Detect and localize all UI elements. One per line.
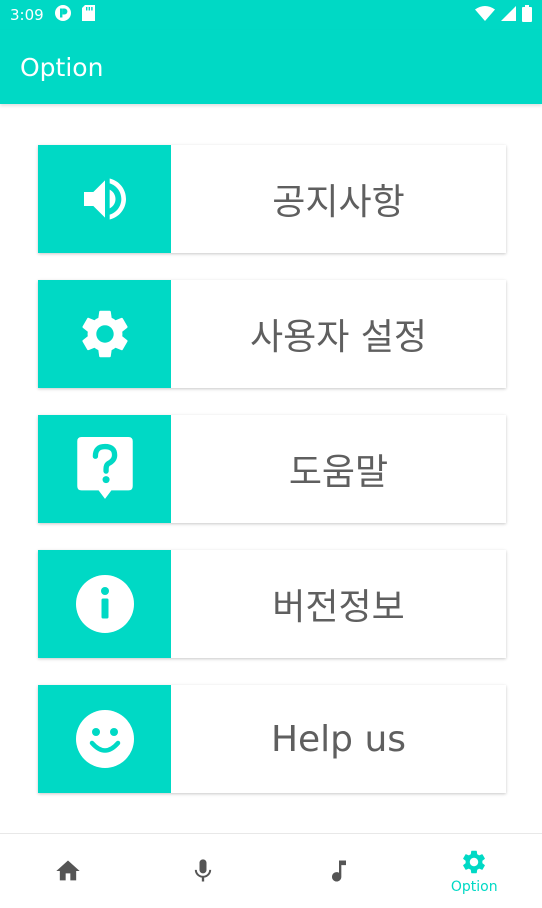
help-icon xyxy=(76,437,133,499)
menu-item-label: 사용자 설정 xyxy=(249,317,428,358)
menu-icon-box xyxy=(38,550,171,658)
menu-item-help-us[interactable]: Help us xyxy=(38,685,506,793)
nav-item-music[interactable] xyxy=(271,834,407,908)
music-note-icon xyxy=(331,860,346,882)
status-time: 3:09 xyxy=(10,6,44,24)
sd-card-icon xyxy=(81,5,95,25)
nav-item-mic[interactable] xyxy=(136,834,272,908)
menu-item-user-settings[interactable]: 사용자 설정 xyxy=(38,280,506,388)
app-bar: Option xyxy=(0,30,542,104)
notification-app-icon xyxy=(54,4,72,26)
gear-icon xyxy=(463,850,486,873)
menu-item-label: 버전정보 xyxy=(272,587,405,628)
home-icon xyxy=(56,860,80,881)
menu-item-label: Help us xyxy=(270,718,407,760)
menu-item-help[interactable]: 도움말 xyxy=(38,415,506,523)
menu-icon-box xyxy=(38,145,171,253)
menu-item-notice[interactable]: 공지사항 xyxy=(38,145,506,253)
gear-icon xyxy=(81,310,128,358)
nav-item-option[interactable]: Option xyxy=(407,834,542,908)
menu-item-label: 공지사항 xyxy=(272,182,405,223)
signal-icon xyxy=(501,5,516,25)
speaker-icon xyxy=(83,178,126,220)
option-menu-list: 공지사항 사용자 설정 도움말 버전정보 Help us xyxy=(38,145,506,820)
menu-icon-box xyxy=(38,280,171,388)
mic-icon xyxy=(195,859,212,882)
bottom-navigation: Option xyxy=(0,833,542,908)
info-icon xyxy=(75,575,134,633)
smiley-icon xyxy=(75,710,134,768)
status-bar: 3:09 xyxy=(0,0,542,30)
wifi-icon xyxy=(475,5,495,25)
menu-icon-box xyxy=(38,415,171,523)
menu-item-label: 도움말 xyxy=(288,452,389,493)
page-title: Option xyxy=(20,52,104,82)
nav-label-option: Option xyxy=(450,878,498,895)
battery-icon xyxy=(522,4,532,26)
menu-icon-box xyxy=(38,685,171,793)
menu-item-version-info[interactable]: 버전정보 xyxy=(38,550,506,658)
nav-item-home[interactable] xyxy=(0,834,136,908)
